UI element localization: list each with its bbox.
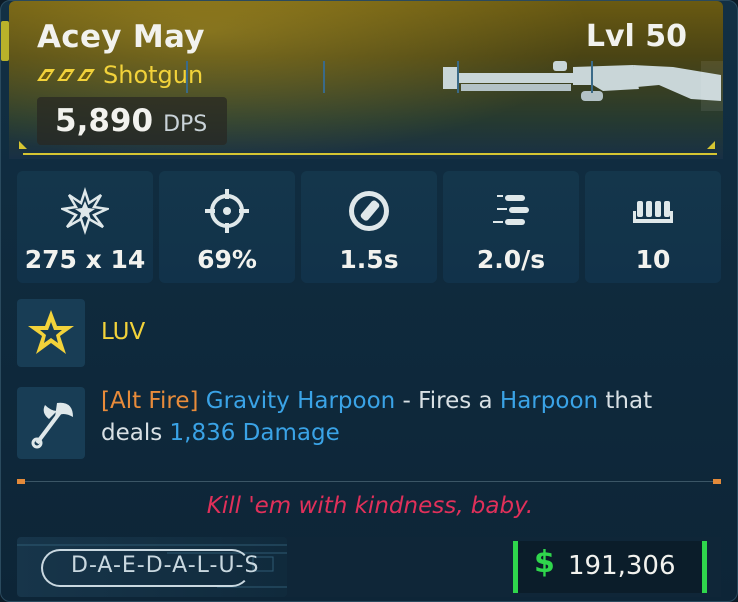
harpoon-keyword: Harpoon — [499, 388, 599, 414]
header-corner-right — [707, 141, 715, 149]
divider-tick — [17, 479, 25, 484]
weapon-card: Acey May Lvl 50 Shotgun 5,890 DPS 275 x … — [0, 0, 738, 602]
stat-reload-value: 1.5s — [339, 245, 399, 274]
dps-unit: DPS — [163, 112, 208, 137]
weapon-type: Shotgun — [103, 61, 204, 89]
perk-icon-frame — [17, 299, 85, 367]
perk-luv-label: LUV — [101, 319, 146, 345]
crosshair-accuracy-icon — [205, 189, 249, 233]
rarity-chevrons-icon — [37, 69, 95, 81]
description-text: - Fires a — [395, 388, 500, 414]
weapon-level: Lvl 50 — [585, 19, 687, 54]
reload-time-icon — [349, 191, 389, 231]
fire-rate-icon — [493, 195, 529, 225]
perk-luv: LUV — [17, 299, 721, 369]
divider-tick — [713, 479, 721, 484]
stat-accuracy: 69% — [159, 171, 295, 283]
currency-icon: $ — [534, 545, 555, 580]
description-text: that — [598, 388, 653, 414]
section-divider — [17, 481, 721, 482]
manufacturer-name: D-A-E-D-A-L-U-S — [71, 553, 260, 578]
star-badge-icon — [28, 310, 74, 354]
stat-firerate: 2.0/s — [443, 171, 579, 283]
stat-accuracy-value: 69% — [197, 245, 257, 274]
manufacturer-badge: D-A-E-D-A-L-U-S — [17, 537, 287, 597]
stat-firerate-value: 2.0/s — [476, 245, 546, 274]
shotgun-silhouette-icon — [443, 61, 723, 111]
burst-damage-icon — [61, 187, 109, 235]
stats-row: 275 x 14 69% 1.5s 2.0/s 10 — [17, 171, 721, 283]
stat-reload: 1.5s — [301, 171, 437, 283]
harpoon-axe-icon — [31, 402, 73, 449]
rarity-row: Shotgun — [37, 61, 203, 89]
stat-damage: 275 x 14 — [17, 171, 153, 283]
dps-box: 5,890 DPS — [37, 97, 227, 145]
card-header: Acey May Lvl 50 Shotgun 5,890 DPS — [9, 1, 723, 159]
ability-name: Gravity Harpoon — [205, 388, 396, 414]
perk-gravity-harpoon-description: [Alt Fire] Gravity Harpoon - Fires a Har… — [101, 385, 711, 449]
perk-gravity-harpoon: [Alt Fire] Gravity Harpoon - Fires a Har… — [17, 385, 721, 461]
stat-damage-value: 275 x 14 — [24, 245, 146, 274]
header-corner-left — [19, 141, 27, 149]
stat-separator — [323, 61, 325, 93]
perk-icon-frame — [17, 387, 85, 459]
stat-separator — [186, 61, 188, 93]
damage-value: 1,836 Damage — [169, 420, 340, 446]
header-underline — [23, 153, 717, 155]
stat-separator — [457, 61, 459, 93]
stat-separator — [591, 61, 593, 93]
price-box: $ 191,306 — [513, 541, 707, 593]
description-text: deals — [101, 420, 170, 446]
dps-value: 5,890 — [55, 103, 154, 139]
price-value: 191,306 — [568, 551, 676, 581]
stat-magazine-value: 10 — [635, 245, 671, 274]
weapon-name: Acey May — [37, 19, 205, 55]
stat-magazine: 10 — [585, 171, 721, 283]
magazine-ammo-icon — [633, 201, 673, 223]
rarity-edge-marker — [1, 21, 9, 61]
alt-fire-tag: [Alt Fire] — [101, 388, 199, 414]
flavor-text: Kill 'em with kindness, baby. — [206, 493, 534, 519]
card-footer: D-A-E-D-A-L-U-S $ 191,306 — [17, 537, 721, 597]
